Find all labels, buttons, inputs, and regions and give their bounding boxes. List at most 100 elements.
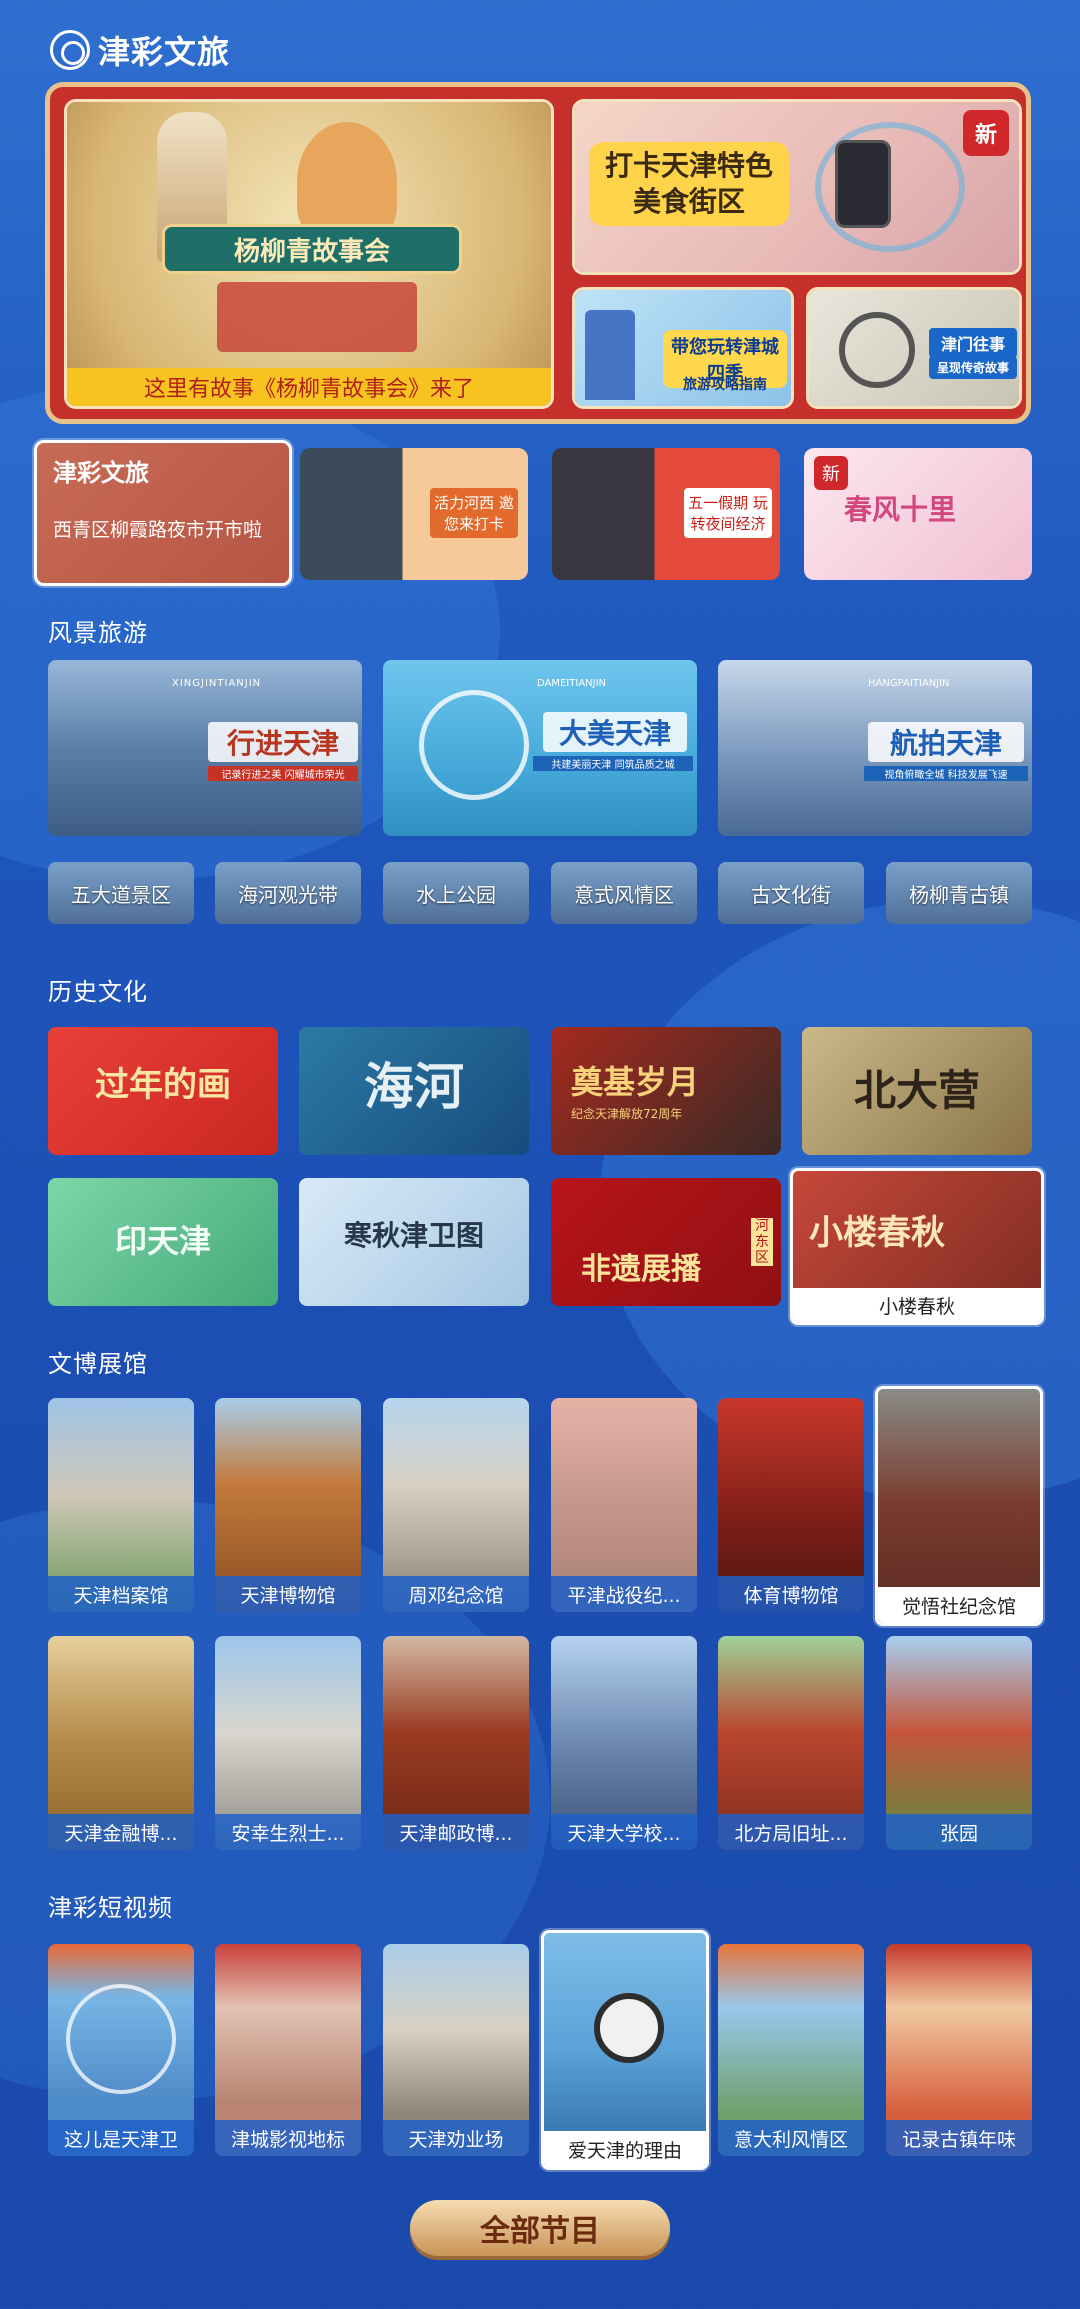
museum-card[interactable]: 天津档案馆 xyxy=(48,1398,194,1612)
video-label: 记录古镇年味 xyxy=(886,2120,1032,2156)
museum-label: 安幸生烈士... xyxy=(215,1814,361,1850)
history-card[interactable]: 过年的画 xyxy=(48,1027,278,1155)
scenic-banner-3[interactable]: HANGPAITIANJIN 航拍天津 视角俯瞰全城 科技发展飞速 xyxy=(718,660,1032,836)
headline-card-desc: 西青区柳霞路夜市开市啦 xyxy=(53,519,263,541)
video-card[interactable]: 意大利风情区 xyxy=(718,1944,864,2156)
app-logo: 津彩文旅 xyxy=(50,26,230,74)
video-card[interactable]: 记录古镇年味 xyxy=(886,1944,1032,2156)
scenic-chip[interactable]: 意式风情区 xyxy=(551,862,697,924)
banner-sub: 视角俯瞰全城 科技发展飞速 xyxy=(864,766,1028,781)
video-card[interactable]: 天津劝业场 xyxy=(383,1944,529,2156)
food-street-tile[interactable]: 打卡天津特色美食街区 新 xyxy=(572,99,1022,275)
section-title-videos: 津彩短视频 xyxy=(48,1894,173,1922)
building-illustration xyxy=(585,310,635,400)
hexi-caption: 活力河西 邀您来打卡 xyxy=(430,488,518,538)
history-card-title: 非遗展播 xyxy=(581,1252,701,1287)
banner-title: 大美天津 xyxy=(543,712,687,752)
banner-title: 航拍天津 xyxy=(868,722,1024,762)
museum-card[interactable]: 天津博物馆 xyxy=(215,1398,361,1612)
story-tile[interactable]: 津门往事 呈现传奇故事 xyxy=(806,287,1022,409)
new-badge: 新 xyxy=(963,110,1009,156)
history-card[interactable]: 奠基岁月 纪念天津解放72周年 xyxy=(551,1027,781,1155)
magnifier-illustration xyxy=(839,312,915,388)
history-card-sub: 纪念天津解放72周年 xyxy=(571,1107,683,1121)
banner-pinyin: DAMEITIANJIN xyxy=(537,678,607,689)
museum-card[interactable]: 张园 xyxy=(886,1636,1032,1850)
scenic-chip[interactable]: 五大道景区 xyxy=(48,862,194,924)
banner-title: 行进天津 xyxy=(208,722,358,762)
history-card-title: 寒秋津卫图 xyxy=(343,1219,484,1252)
museum-label: 觉悟社纪念馆 xyxy=(878,1587,1040,1623)
history-card[interactable]: 寒秋津卫图 xyxy=(299,1178,529,1306)
museum-label: 天津邮政博... xyxy=(383,1814,529,1850)
museum-card[interactable]: 天津金融博... xyxy=(48,1636,194,1850)
headline-card-spring[interactable]: 春风十里 新 xyxy=(804,448,1032,580)
seasons-tile[interactable]: 带您玩转津城四季 旅游攻略指南 xyxy=(572,287,794,409)
history-card-title: 奠基岁月 xyxy=(571,1063,700,1101)
museum-label: 周邓纪念馆 xyxy=(383,1576,529,1612)
section-title-museums: 文博展馆 xyxy=(48,1350,148,1378)
museum-label: 天津大学校... xyxy=(551,1814,697,1850)
story-title: 津门往事 xyxy=(929,328,1017,358)
history-card-title: 印天津 xyxy=(114,1222,211,1260)
scenic-chip[interactable]: 古文化街 xyxy=(718,862,864,924)
video-label: 这儿是天津卫 xyxy=(48,2120,194,2156)
gate-illustration xyxy=(217,282,417,352)
story-banner-title: 杨柳青故事会 xyxy=(162,224,462,274)
video-card[interactable]: 这儿是天津卫 xyxy=(48,1944,194,2156)
banner-pinyin: HANGPAITIANJIN xyxy=(868,678,950,689)
logo-icon xyxy=(50,30,90,70)
history-card[interactable]: 海河 xyxy=(299,1027,529,1155)
headline-card-hexi[interactable]: 活力河西 邀您来打卡 xyxy=(300,448,528,580)
video-card[interactable]: 津城影视地标 xyxy=(215,1944,361,2156)
hero-main-tile[interactable]: 杨柳青故事会 这里有故事《杨柳青故事会》来了 xyxy=(64,99,554,409)
night-caption: 五一假期 玩转夜间经济 xyxy=(684,488,772,538)
museum-label: 体育博物馆 xyxy=(718,1576,864,1612)
history-card[interactable]: 非遗展播 河东区 xyxy=(551,1178,781,1306)
museum-label: 天津档案馆 xyxy=(48,1576,194,1612)
story-sub: 呈现传奇故事 xyxy=(929,356,1017,379)
hero-caption: 这里有故事《杨柳青故事会》来了 xyxy=(67,368,551,406)
scenic-chip[interactable]: 杨柳青古镇 xyxy=(886,862,1032,924)
museum-card[interactable]: 平津战役纪... xyxy=(551,1398,697,1612)
museum-card[interactable]: 周邓纪念馆 xyxy=(383,1398,529,1612)
museum-card[interactable]: 天津邮政博... xyxy=(383,1636,529,1850)
museum-card[interactable]: 安幸生烈士... xyxy=(215,1636,361,1850)
history-card[interactable]: 北大营 xyxy=(802,1027,1032,1155)
museum-card[interactable]: 体育博物馆 xyxy=(718,1398,864,1612)
new-badge: 新 xyxy=(814,456,848,490)
video-label: 爱天津的理由 xyxy=(544,2131,706,2167)
history-card-title: 北大营 xyxy=(853,1066,980,1115)
museum-card-selected[interactable]: 觉悟社纪念馆 xyxy=(875,1386,1043,1626)
video-label: 天津劝业场 xyxy=(383,2120,529,2156)
hero-banner-frame: 杨柳青故事会 这里有故事《杨柳青故事会》来了 打卡天津特色美食街区 新 带您玩转… xyxy=(45,82,1031,424)
museum-card[interactable]: 北方局旧址... xyxy=(718,1636,864,1850)
section-title-scenic: 风景旅游 xyxy=(48,619,148,647)
headline-selected-card[interactable]: 津彩文旅 西青区柳霞路夜市开市啦 xyxy=(34,440,292,586)
spring-caption: 春风十里 xyxy=(844,493,957,526)
headline-card-night[interactable]: 五一假期 玩转夜间经济 xyxy=(552,448,780,580)
museum-label: 平津战役纪... xyxy=(551,1576,697,1612)
museum-label: 天津金融博... xyxy=(48,1814,194,1850)
video-card-selected[interactable]: 爱天津的理由 xyxy=(541,1930,709,2170)
museum-card[interactable]: 天津大学校... xyxy=(551,1636,697,1850)
ferris-wheel-illustration xyxy=(66,1984,176,2094)
history-card[interactable]: 印天津 xyxy=(48,1178,278,1306)
scenic-chip[interactable]: 海河观光带 xyxy=(215,862,361,924)
history-card-title: 海河 xyxy=(364,1057,464,1116)
phone-illustration xyxy=(835,140,891,228)
app-title: 津彩文旅 xyxy=(98,33,231,71)
food-tile-title: 打卡天津特色美食街区 xyxy=(589,142,789,226)
history-card-selected[interactable]: 小楼春秋 小楼春秋 xyxy=(790,1168,1044,1325)
history-card-title: 过年的画 xyxy=(95,1065,231,1105)
scenic-banner-1[interactable]: XINGJINTIANJIN 行进天津 记录行进之美 闪耀城市荣光 xyxy=(48,660,362,836)
scenic-banner-2[interactable]: DAMEITIANJIN 大美天津 共建美丽天津 同筑品质之城 xyxy=(383,660,697,836)
section-title-history: 历史文化 xyxy=(48,978,148,1006)
banner-pinyin: XINGJINTIANJIN xyxy=(172,678,262,689)
history-card-title: 小楼春秋 xyxy=(809,1213,945,1253)
video-label: 意大利风情区 xyxy=(718,2120,864,2156)
ferris-wheel-illustration xyxy=(419,690,529,800)
all-programs-button[interactable]: 全部节目 xyxy=(410,2200,670,2256)
scenic-chip[interactable]: 水上公园 xyxy=(383,862,529,924)
clock-illustration xyxy=(594,1993,664,2063)
